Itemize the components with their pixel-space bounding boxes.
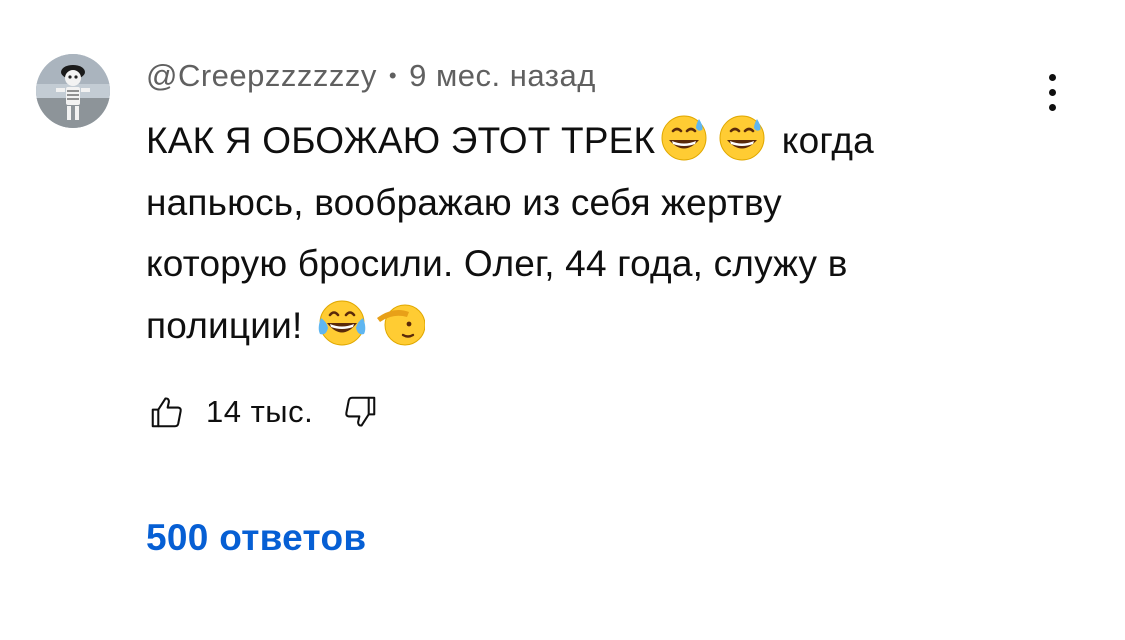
saluting-face-icon: [375, 298, 425, 348]
author-name[interactable]: @Creepzzzzzzy: [146, 58, 377, 94]
avatar-skeleton-icon: [36, 54, 110, 128]
comment-meta: @Creepzzzzzzy • 9 мес. назад: [146, 56, 596, 96]
replies-button[interactable]: 500 ответов: [146, 514, 366, 562]
meta-separator: •: [388, 63, 398, 88]
comment-text-segment: когда: [771, 120, 874, 161]
thumbs-up-icon: [151, 397, 182, 428]
comment-thread: @Creepzzzzzzy • 9 мес. назад КАК Я ОБОЖА…: [0, 0, 1125, 640]
comment-line: полиции!: [146, 295, 1006, 357]
more-actions-button[interactable]: [1030, 68, 1074, 116]
more-dot: [1048, 103, 1056, 111]
grinning-sweat-icon: [717, 113, 767, 163]
grinning-sweat-icon: [659, 113, 709, 163]
more-dot: [1048, 88, 1056, 96]
comment-time[interactable]: 9 мес. назад: [409, 58, 596, 94]
more-dot: [1048, 73, 1056, 81]
thumbs-down-icon: [345, 396, 376, 427]
tears-of-joy-icon: [317, 298, 367, 348]
comment-line: напьюсь, воображаю из себя жертву: [146, 181, 782, 223]
dislike-button[interactable]: [339, 391, 381, 433]
comment-text-segment: полиции!: [146, 304, 303, 346]
avatar[interactable]: [36, 54, 110, 128]
comment-line: которую бросили. Олег, 44 года, служу в: [146, 243, 848, 284]
comment-text: КАК Я ОБОЖАЮ ЭТОТ ТРЕК когда напьюсь, во…: [146, 110, 1006, 356]
like-count: 14 тыс.: [206, 394, 314, 429]
comment-actions: 14 тыс.: [146, 388, 381, 436]
like-button[interactable]: [146, 391, 188, 433]
comment-text-segment: КАК Я ОБОЖАЮ ЭТОТ ТРЕК: [146, 120, 656, 161]
comment-line: КАК Я ОБОЖАЮ ЭТОТ ТРЕК когда: [146, 110, 1006, 172]
